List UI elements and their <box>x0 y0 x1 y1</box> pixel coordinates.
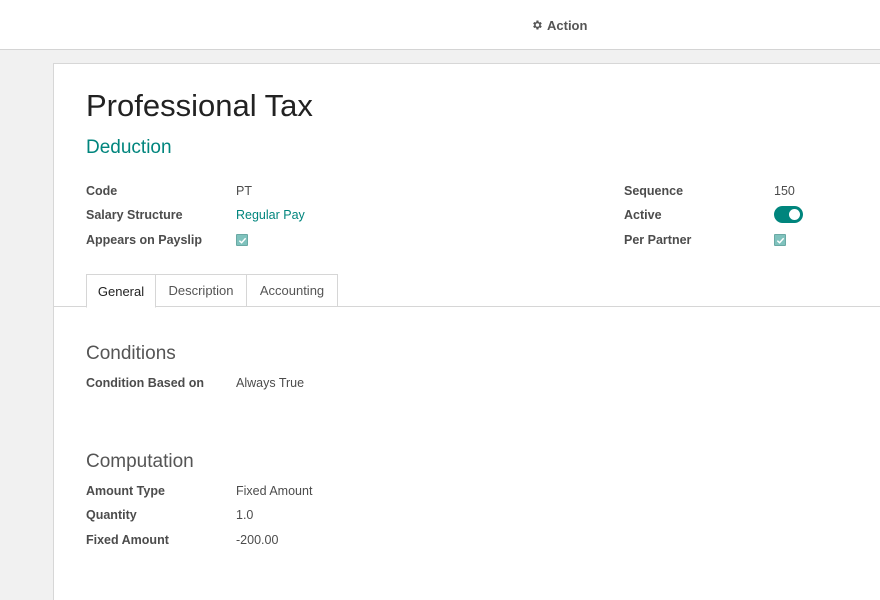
form-sheet: Professional Tax Deduction Code PT Salar… <box>53 63 880 600</box>
fixed-amount-label: Fixed Amount <box>86 533 169 547</box>
quantity-label: Quantity <box>86 508 137 522</box>
appears-on-payslip-label: Appears on Payslip <box>86 233 203 247</box>
check-icon <box>238 237 247 244</box>
action-button-label: Action <box>547 17 588 33</box>
control-panel: Action <box>0 0 880 50</box>
condition-based-on-value: Always True <box>236 376 305 390</box>
tab-general[interactable]: General <box>86 274 156 308</box>
amount-type-label: Amount Type <box>86 484 165 498</box>
record-title: Professional Tax <box>86 88 313 123</box>
quantity-value: 1.0 <box>236 508 254 522</box>
active-toggle[interactable] <box>774 206 803 223</box>
per-partner-label: Per Partner <box>624 233 692 247</box>
conditions-title: Conditions <box>86 343 176 364</box>
fixed-amount-value: -200.00 <box>236 533 279 547</box>
salary-structure-link[interactable]: Regular Pay <box>236 208 305 222</box>
tab-description[interactable]: Description <box>155 274 247 307</box>
check-icon <box>776 237 785 244</box>
sequence-label: Sequence <box>624 184 684 198</box>
per-partner-checkbox[interactable] <box>774 234 786 246</box>
amount-type-value: Fixed Amount <box>236 484 313 498</box>
code-value: PT <box>236 184 252 198</box>
toggle-knob <box>789 209 800 220</box>
sequence-value: 150 <box>774 184 795 198</box>
action-button[interactable]: Action <box>531 16 587 34</box>
condition-based-on-label: Condition Based on <box>86 376 205 390</box>
active-label: Active <box>624 208 662 222</box>
tab-accounting[interactable]: Accounting <box>246 274 338 307</box>
salary-structure-label: Salary Structure <box>86 208 183 222</box>
computation-title: Computation <box>86 451 194 472</box>
record-category[interactable]: Deduction <box>86 137 172 159</box>
appears-on-payslip-checkbox[interactable] <box>236 234 248 246</box>
gear-icon <box>533 20 542 30</box>
code-label: Code <box>86 184 118 198</box>
